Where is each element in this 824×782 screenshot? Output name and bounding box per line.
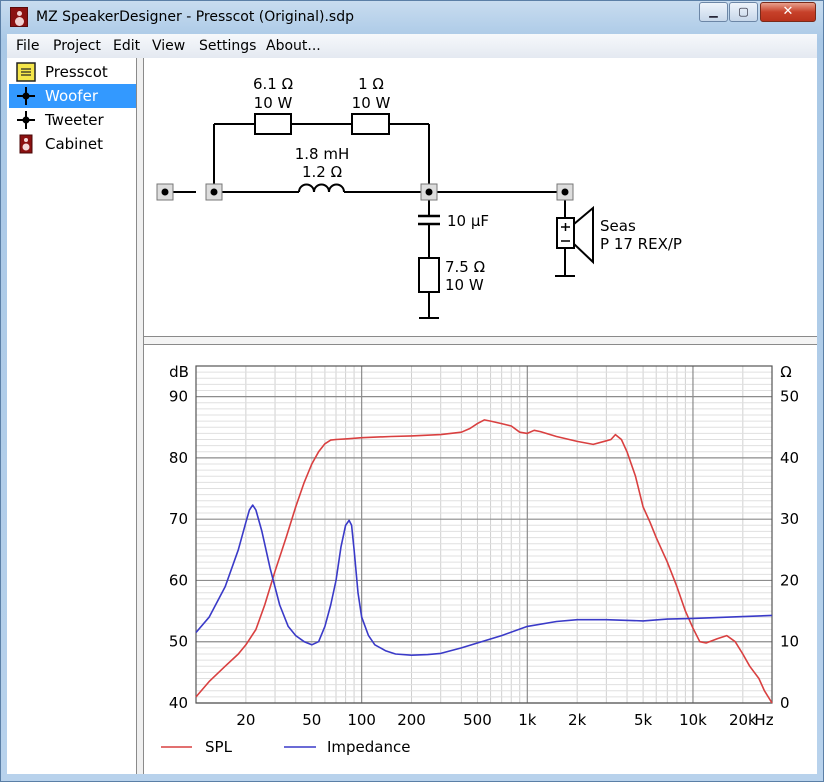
r2-value-label: 1 Ω <box>358 75 384 93</box>
maximize-button[interactable]: ▢ <box>729 2 758 22</box>
x-tick-label: 5k <box>634 711 653 729</box>
tree-item-label: Woofer <box>45 87 98 105</box>
y-left-tick-label: 60 <box>169 571 188 589</box>
tree-item-label: Cabinet <box>45 135 103 153</box>
x-tick-label: 200 <box>397 711 426 729</box>
tree-item-label: Presscot <box>45 63 108 81</box>
driver-node-icon <box>17 87 35 105</box>
y-right-tick-label: 50 <box>780 388 799 406</box>
inductor-value-label: 1.8 mH <box>295 145 350 163</box>
x-tick-label: 100 <box>347 711 376 729</box>
y-left-tick-labels: 40 50 60 70 80 90 <box>169 388 188 712</box>
tree-item-label: Tweeter <box>45 111 104 129</box>
cabinet-icon <box>19 134 33 154</box>
menu-file[interactable]: File <box>16 38 39 54</box>
x-axis-unit-label: Hz <box>754 711 773 729</box>
x-tick-label: 1k <box>518 711 537 729</box>
x-tick-label: 20k <box>729 711 757 729</box>
y-left-tick-label: 80 <box>169 449 188 467</box>
inductor-resistance-label: 1.2 Ω <box>302 163 342 181</box>
y-left-tick-label: 50 <box>169 633 188 651</box>
r2-power-label: 10 W <box>352 94 391 112</box>
resistor-r1-symbol[interactable] <box>254 113 292 135</box>
project-note-icon <box>16 62 36 82</box>
response-chart-panel: 40 50 60 70 80 90 0 10 20 30 40 50 20 50 100 200 500 1k… <box>144 345 817 774</box>
tree-item-cabinet[interactable]: Cabinet <box>9 132 136 156</box>
r3-power-label: 10 W <box>445 276 484 294</box>
r3-value-label: 7.5 Ω <box>445 258 485 276</box>
x-tick-label: 10k <box>679 711 707 729</box>
menu-view[interactable]: View <box>152 38 185 54</box>
y-right-tick-label: 20 <box>780 571 799 589</box>
driver-model-label: P 17 REX/P <box>600 235 682 253</box>
capacitor-value-label: 10 µF <box>447 212 489 230</box>
close-button[interactable]: ✕ <box>760 2 816 22</box>
tree-item-presscot[interactable]: Presscot <box>9 60 136 84</box>
chart-minor-grid <box>196 365 772 703</box>
x-tick-label: 20 <box>236 711 255 729</box>
project-tree <box>7 58 136 774</box>
r1-power-label: 10 W <box>254 94 293 112</box>
app-speaker-icon <box>10 7 28 27</box>
y-right-tick-label: 10 <box>780 633 799 651</box>
y-right-tick-label: 40 <box>780 449 799 467</box>
y-right-tick-label: 0 <box>780 694 790 712</box>
x-tick-labels: 20 50 100 200 500 1k 2k 5k 10k 20k <box>236 711 757 729</box>
driver-brand-label: Seas <box>600 217 636 235</box>
menu-about[interactable]: About... <box>266 38 321 54</box>
legend-impedance-label: Impedance <box>327 738 410 756</box>
capacitor-symbol[interactable] <box>418 214 440 226</box>
schematic-canvas: 6.1 Ω 10 W 1 Ω 10 W 1.8 mH 1.2 Ω 10 µF 7… <box>156 75 682 319</box>
tree-item-woofer[interactable]: Woofer <box>9 84 136 108</box>
legend-spl-label: SPL <box>205 738 233 756</box>
crossover-schematic: 6.1 Ω 10 W 1 Ω 10 W 1.8 mH 1.2 Ω 10 µF 7… <box>144 58 817 336</box>
x-tick-label: 2k <box>568 711 587 729</box>
menu-edit[interactable]: Edit <box>113 38 140 54</box>
y-left-tick-label: 40 <box>169 694 188 712</box>
y-left-tick-label: 70 <box>169 510 188 528</box>
resistor-r3-symbol[interactable] <box>418 257 440 293</box>
x-tick-label: 50 <box>302 711 321 729</box>
minimize-button[interactable]: ▁ <box>699 2 728 22</box>
y-left-tick-label: 90 <box>169 388 188 406</box>
driver-node-icon <box>17 111 35 129</box>
menu-settings[interactable]: Settings <box>199 38 256 54</box>
title-bar[interactable]: MZ SpeakerDesigner - Presscot (Original)… <box>0 0 824 34</box>
speaker-driver-symbol[interactable] <box>556 205 594 265</box>
y-right-tick-label: 30 <box>780 510 799 528</box>
horizontal-splitter[interactable] <box>144 336 817 345</box>
window-title: MZ SpeakerDesigner - Presscot (Original)… <box>36 9 354 25</box>
y-right-axis-label: Ω <box>780 363 791 381</box>
inductor-symbol[interactable] <box>298 183 345 193</box>
frequency-response-chart: 40 50 60 70 80 90 0 10 20 30 40 50 20 50 100 200 500 1k… <box>161 363 799 756</box>
resistor-r2-symbol[interactable] <box>351 113 390 135</box>
tree-item-tweeter[interactable]: Tweeter <box>9 108 136 132</box>
y-right-tick-labels: 0 10 20 30 40 50 <box>780 388 799 712</box>
chart-legend: SPL Impedance <box>161 738 410 756</box>
vertical-splitter[interactable] <box>136 58 144 774</box>
r1-value-label: 6.1 Ω <box>253 75 293 93</box>
x-tick-label: 500 <box>463 711 492 729</box>
y-left-axis-label: dB <box>169 363 189 381</box>
menu-bar: File Project Edit View Settings About... <box>7 34 817 58</box>
menu-project[interactable]: Project <box>53 38 101 54</box>
